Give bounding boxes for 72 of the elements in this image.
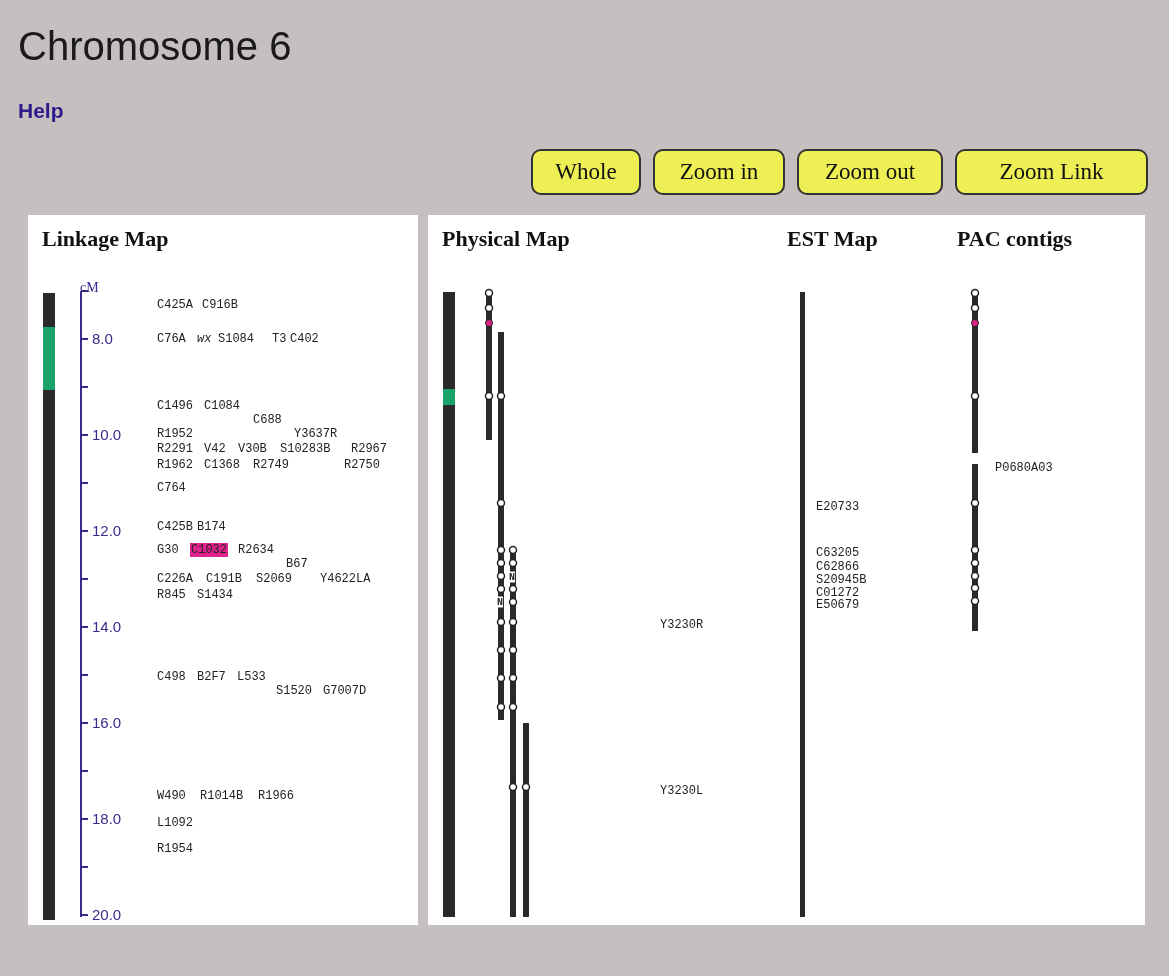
marker-label: R1966 xyxy=(258,789,294,803)
marker-label: G7007D xyxy=(323,684,367,698)
marker-label: C226A xyxy=(157,572,193,586)
marker-label: C402 xyxy=(290,332,319,346)
marker-label: Y3637R xyxy=(294,427,338,441)
axis-label: 18.0 xyxy=(92,808,122,829)
panel-heading: Linkage Map xyxy=(42,224,169,253)
marker-label: Y3230L xyxy=(660,784,704,798)
marker-label: S1434 xyxy=(197,588,233,602)
marker-label: V30B xyxy=(238,442,267,456)
marker-label: P0680A03 xyxy=(995,461,1053,475)
marker-label: C688 xyxy=(253,413,282,427)
axis-label: 16.0 xyxy=(92,712,122,733)
marker-label: wx xyxy=(197,332,212,346)
marker-label: Y4622LA xyxy=(320,572,371,586)
axis-label: 20.0 xyxy=(92,904,122,925)
marker-label: C425B xyxy=(157,520,193,534)
marker-label: L533 xyxy=(237,670,266,684)
marker-label: V42 xyxy=(204,442,226,456)
page-title: Chromosome 6 xyxy=(18,23,292,70)
marker-label: R1954 xyxy=(157,842,193,856)
marker-label: C1084 xyxy=(204,399,240,413)
panel-heading: Physical Map xyxy=(442,224,570,253)
marker-label: C191B xyxy=(206,572,242,586)
marker-label: L1092 xyxy=(157,816,193,830)
marker-label: B174 xyxy=(197,520,226,534)
marker-label: Y3230R xyxy=(660,618,704,632)
marker-label: R845 xyxy=(157,588,186,602)
zoom-button[interactable]: Zoom Link xyxy=(955,149,1148,195)
marker-label: S2069 xyxy=(256,572,292,586)
marker-label: B67 xyxy=(286,557,308,571)
marker-label: C764 xyxy=(157,481,186,495)
zoom-button[interactable]: Whole xyxy=(531,149,641,195)
help-link[interactable]: Help xyxy=(18,95,64,127)
marker-label: S20945B xyxy=(816,573,867,587)
panel-heading: EST Map xyxy=(787,224,878,253)
marker-label: S1084 xyxy=(218,332,254,346)
marker-label: R1962 xyxy=(157,458,193,472)
marker-label: C62866 xyxy=(816,560,860,574)
marker-label: W490 xyxy=(157,789,186,803)
axis-label: 12.0 xyxy=(92,520,122,541)
gap-label: N xyxy=(497,596,503,608)
marker-label: R2291 xyxy=(157,442,193,456)
marker-label: C76A xyxy=(157,332,186,346)
marker-label: C01272 xyxy=(816,586,860,600)
marker-label: R2749 xyxy=(253,458,289,472)
gap-label: N xyxy=(509,571,515,583)
zoom-button[interactable]: Zoom out xyxy=(797,149,943,195)
marker-label: R1014B xyxy=(200,789,244,803)
marker-label: C916B xyxy=(202,298,238,312)
marker-label: C1032 xyxy=(190,543,228,557)
marker-label: R2967 xyxy=(351,442,387,456)
marker-label: C1368 xyxy=(204,458,240,472)
marker-label: S1520 xyxy=(276,684,312,698)
zoom-button[interactable]: Zoom in xyxy=(653,149,785,195)
marker-label: S10283B xyxy=(280,442,331,456)
marker-label: C63205 xyxy=(816,546,860,560)
axis-label: 10.0 xyxy=(92,424,122,445)
marker-label: E20733 xyxy=(816,500,860,514)
axis-label: 8.0 xyxy=(92,328,113,349)
axis-label: 14.0 xyxy=(92,616,122,637)
marker-label: E50679 xyxy=(816,598,860,612)
panel-heading: PAC contigs xyxy=(957,224,1073,253)
marker-label: T3 xyxy=(272,332,287,346)
marker-label: C425A xyxy=(157,298,193,312)
marker-label: R1952 xyxy=(157,427,193,441)
marker-label: G30 xyxy=(157,543,179,557)
marker-label: C1496 xyxy=(157,399,193,413)
marker-label: B2F7 xyxy=(197,670,226,684)
marker-label: R2750 xyxy=(344,458,380,472)
marker-label: C498 xyxy=(157,670,186,684)
marker-label: R2634 xyxy=(238,543,274,557)
